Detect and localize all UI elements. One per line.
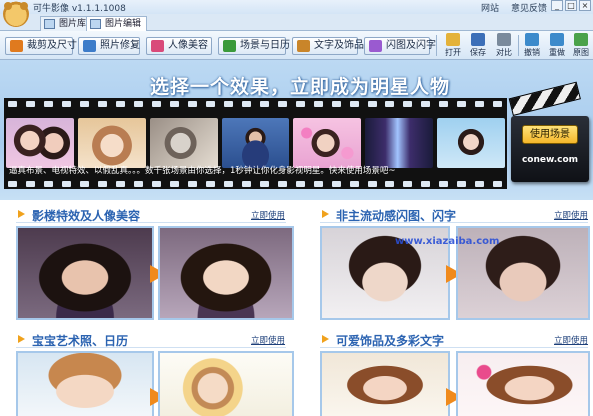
compare-icon [497,33,511,46]
button-label: 文字及饰品 [314,40,364,51]
app-logo-icon [3,1,29,27]
toolbar-separator [518,35,519,56]
window-controls: _ □ × [551,0,591,11]
tab-image-edit[interactable]: 图片编辑 [86,16,148,31]
close-button[interactable]: × [579,0,591,11]
film-frame-thumbnail[interactable] [6,118,74,168]
title-links: 网站 意见反馈 [481,1,547,14]
use-now-link-studio[interactable]: 立即使用 [251,209,285,221]
button-label: 打开 [445,48,461,57]
open-folder-icon [446,33,460,46]
section-divider [16,222,286,223]
button-label: 撤销 [524,48,540,57]
film-frame-thumbnail[interactable] [77,118,146,168]
button-label: 闪图及闪字 [386,40,436,51]
section-divider [320,222,588,223]
feature-grid: 影楼特效及人像美容 立即使用 非主流动感闪图、闪字 立即使用 www.xiaza… [0,200,593,416]
sample-photo-before[interactable] [16,351,154,416]
use-now-link-accessories[interactable]: 立即使用 [554,334,588,346]
clapper-stick [508,81,581,116]
undo-button[interactable]: 撤销 [521,32,543,59]
film-strip: 逼真布景、电视特效、以假乱真。。。数千张场景由你选择，1秒钟让你化身影视明星。快… [4,98,507,189]
crop-resize-button[interactable]: 裁剪及尺寸 [5,37,77,55]
tab-label: 图片库 [59,19,87,29]
portrait-beauty-icon [151,40,164,52]
sample-photo-after[interactable] [456,351,590,416]
watermark: www.xiazaiba.com [395,236,500,247]
button-label: 人像美容 [168,40,208,51]
toolbar-separator [436,35,437,56]
button-label: 照片修复 [100,40,140,51]
text-decor-button[interactable]: 文字及饰品 [292,37,364,55]
button-label: 对比 [496,48,512,57]
save-icon [471,33,485,46]
sample-photo-after[interactable] [158,351,294,416]
site-label: conew.com [521,155,579,165]
film-frame-thumbnail[interactable] [437,118,506,168]
redo-icon [550,33,564,46]
tab-bar: 图片库 图片编辑 [0,14,593,31]
film-perforation [4,178,507,189]
feedback-link[interactable]: 意见反馈 [511,1,547,14]
undo-icon [525,33,539,46]
film-frame-thumbnail[interactable] [221,118,290,168]
toolbar: 裁剪及尺寸 照片修复 人像美容 场景与日历 文字及饰品 闪图及闪字 打开 保存 … [0,31,593,60]
banner-description: 逼真布景、电视特效、以假乱真。。。数千张场景由你选择，1秒钟让你化身影视明星。快… [9,166,396,176]
sample-photo-after[interactable] [158,226,294,320]
use-now-link-flash[interactable]: 立即使用 [554,209,588,221]
save-button[interactable]: 保存 [467,32,489,59]
button-label: 裁剪及尺寸 [27,40,77,51]
clapperboard-icon: 使用场景 conew.com [508,81,591,198]
flash-image-button[interactable]: 闪图及闪字 [364,37,436,55]
film-frame-thumbnail[interactable] [365,118,434,168]
title-bar: 可牛影像 v1.1.1.1008 网站 意见反馈 _ □ × [0,0,593,27]
section-divider [320,347,588,348]
website-link[interactable]: 网站 [481,1,499,14]
button-label: 场景与日历 [240,40,290,51]
minimize-button[interactable]: _ [551,0,563,11]
photo-repair-button[interactable]: 照片修复 [78,37,140,55]
use-scene-button[interactable]: 使用场景 [522,125,578,144]
sample-photo-before[interactable] [320,351,450,416]
text-decor-icon [297,40,310,52]
image-edit-icon [90,19,101,29]
redo-button[interactable]: 重做 [546,32,568,59]
image-library-icon [44,19,55,29]
clapper-body: 使用场景 conew.com [511,116,589,182]
app-title: 可牛影像 v1.1.1.1008 [33,4,126,14]
button-label: 原图 [573,48,589,57]
compare-button[interactable]: 对比 [493,32,515,59]
film-frames [4,118,507,168]
tab-label: 图片编辑 [105,19,142,29]
section-divider [16,347,286,348]
open-button[interactable]: 打开 [442,32,464,59]
film-frame-thumbnail[interactable] [149,118,218,168]
portrait-beauty-button[interactable]: 人像美容 [146,37,212,55]
tab-image-library[interactable]: 图片库 [40,16,93,31]
use-now-link-baby[interactable]: 立即使用 [251,334,285,346]
promo-banner: 选择一个效果，立即成为明星人物 逼真布景、电视特效、以假乱真。。。数千张场景由你… [0,60,593,200]
original-button[interactable]: 原图 [570,32,592,59]
maximize-button[interactable]: □ [565,0,577,11]
original-icon [574,33,588,46]
crop-icon [10,40,23,52]
button-label: 保存 [470,48,486,57]
banner-headline: 选择一个效果，立即成为明星人物 [150,76,451,98]
photo-repair-icon [83,40,96,52]
button-label: 重做 [549,48,565,57]
flash-icon [369,40,382,52]
film-frame-thumbnail[interactable] [293,118,362,168]
scene-calendar-button[interactable]: 场景与日历 [218,37,290,55]
scene-calendar-icon [223,40,236,52]
sample-photo-before[interactable] [16,226,154,320]
film-perforation [4,98,507,109]
